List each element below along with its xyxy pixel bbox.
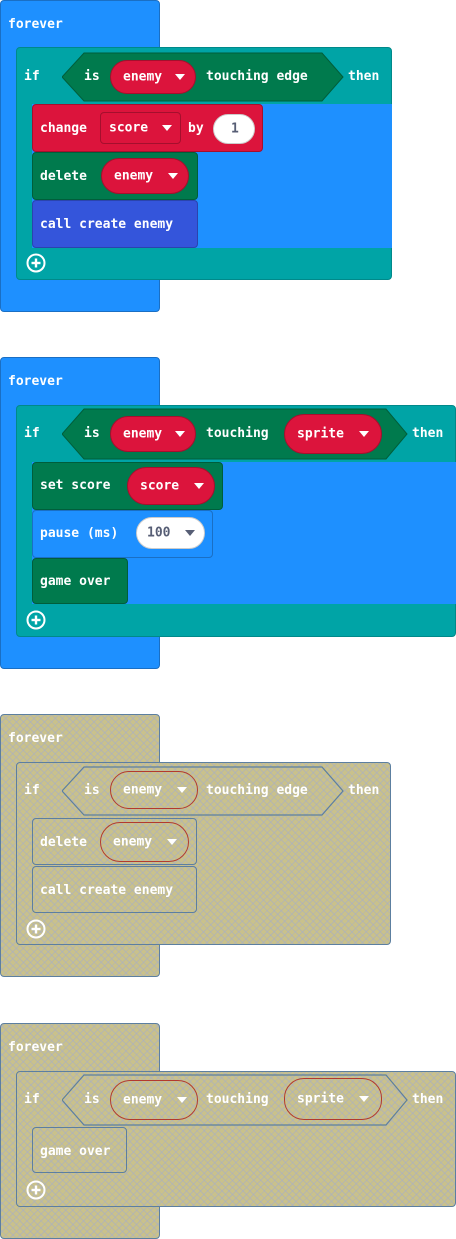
dropdown-value: enemy xyxy=(123,69,163,85)
is-label: is xyxy=(84,783,100,798)
call-create-enemy-label: call create enemy xyxy=(40,883,174,898)
then-label: then xyxy=(412,426,444,441)
if-label: if xyxy=(24,783,40,798)
enemy-dropdown[interactable]: enemy xyxy=(110,416,196,452)
dropdown-value: sprite xyxy=(297,426,344,442)
set-score-label: set score xyxy=(40,478,111,493)
touching-edge-label: touching edge xyxy=(206,783,308,798)
plus-circle-icon[interactable] xyxy=(26,253,46,273)
game-over-label: game over xyxy=(40,1144,111,1159)
enemy-dropdown[interactable]: enemy xyxy=(110,1080,198,1120)
forever-label: forever xyxy=(8,1040,63,1055)
plus-circle-icon[interactable] xyxy=(26,919,46,939)
is-label: is xyxy=(84,426,100,441)
score-variable-dropdown[interactable]: score xyxy=(100,112,181,144)
score-reporter[interactable]: score xyxy=(127,467,215,505)
pause-duration-dropdown[interactable]: 100 xyxy=(136,517,205,549)
dropdown-value: 100 xyxy=(147,525,171,541)
dropdown-value: enemy xyxy=(123,1092,163,1108)
caret-down-icon xyxy=(167,839,177,845)
plus-circle-icon[interactable] xyxy=(26,610,46,630)
then-label: then xyxy=(412,1092,444,1107)
call-create-enemy-label: call create enemy xyxy=(40,217,174,232)
reporter-value: score xyxy=(140,478,180,494)
touching-label: touching xyxy=(206,1092,269,1107)
forever-label: forever xyxy=(8,17,63,32)
if-label: if xyxy=(24,69,40,84)
plus-circle-icon[interactable] xyxy=(26,1180,46,1200)
caret-down-icon xyxy=(175,431,185,437)
is-label: is xyxy=(84,69,100,84)
dropdown-value: enemy xyxy=(113,834,153,850)
delete-label: delete xyxy=(40,835,87,850)
dropdown-value: enemy xyxy=(123,426,163,442)
game-over-label: game over xyxy=(40,574,111,589)
caret-down-icon xyxy=(185,530,195,536)
number-value: 1 xyxy=(231,121,239,137)
change-label: change xyxy=(40,121,87,136)
forever-label: forever xyxy=(8,374,63,389)
delete-label: delete xyxy=(40,169,87,184)
dropdown-value: sprite xyxy=(297,1091,344,1107)
dropdown-value: enemy xyxy=(114,168,154,184)
caret-down-icon xyxy=(168,173,178,179)
by-label: by xyxy=(188,121,204,136)
sprite-kind-dropdown[interactable]: sprite xyxy=(284,1078,382,1120)
if-label: if xyxy=(24,426,40,441)
caret-down-icon xyxy=(359,431,369,437)
sprite-kind-dropdown[interactable]: sprite xyxy=(284,414,382,454)
enemy-dropdown[interactable]: enemy xyxy=(110,771,198,809)
then-label: then xyxy=(348,783,380,798)
enemy-dropdown[interactable]: enemy xyxy=(101,158,189,194)
caret-down-icon xyxy=(175,74,185,80)
caret-down-icon xyxy=(194,483,204,489)
caret-down-icon xyxy=(359,1096,369,1102)
change-amount-input[interactable]: 1 xyxy=(213,114,255,144)
then-label: then xyxy=(348,69,380,84)
caret-down-icon xyxy=(162,125,172,131)
if-label: if xyxy=(24,1092,40,1107)
pause-label: pause (ms) xyxy=(40,526,119,541)
touching-edge-label: touching edge xyxy=(206,69,308,84)
dropdown-value: enemy xyxy=(123,782,163,798)
caret-down-icon xyxy=(177,787,187,793)
enemy-dropdown[interactable]: enemy xyxy=(100,822,189,862)
enemy-dropdown[interactable]: enemy xyxy=(110,60,196,94)
touching-label: touching xyxy=(206,426,269,441)
caret-down-icon xyxy=(177,1097,187,1103)
dropdown-value: score xyxy=(109,120,149,136)
forever-label: forever xyxy=(8,731,63,746)
is-label: is xyxy=(84,1092,100,1107)
